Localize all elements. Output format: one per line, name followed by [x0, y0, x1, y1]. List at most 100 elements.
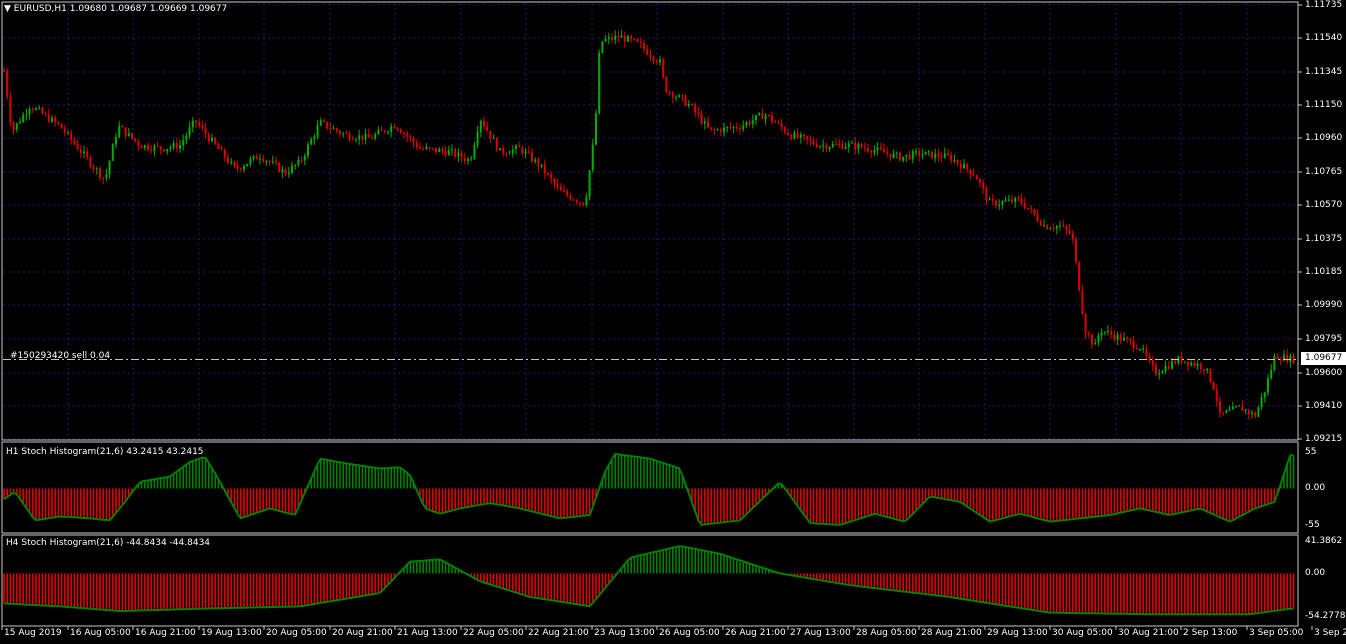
candle-body	[1263, 392, 1266, 398]
candle-body	[620, 35, 623, 38]
time-axis-label: 26 Aug 05:00	[659, 628, 720, 638]
candle-body	[809, 139, 812, 141]
candle-body	[281, 169, 284, 172]
candle-body	[1151, 360, 1154, 366]
candle-body	[297, 159, 300, 165]
candle-body	[982, 182, 985, 188]
candle-body	[415, 142, 418, 148]
price-scale-label: 1.10185	[1305, 267, 1343, 277]
candle-body	[313, 136, 316, 140]
candle-body	[723, 127, 725, 133]
candle-body	[51, 117, 53, 122]
candle-body	[86, 151, 89, 158]
candle-body	[937, 153, 940, 157]
candle-body	[991, 199, 994, 201]
candle-body	[89, 157, 92, 167]
candle-body	[604, 39, 607, 42]
candle-body	[828, 147, 831, 149]
candle-body	[931, 151, 933, 159]
candle-body	[707, 121, 709, 128]
candle-body	[857, 144, 860, 150]
price-scale-label: 1.10960	[1305, 133, 1343, 143]
candle-body	[41, 108, 44, 114]
candle-body	[575, 200, 578, 203]
candle-body	[188, 127, 191, 136]
candle-body	[140, 145, 143, 149]
candle-body	[998, 204, 1001, 206]
candle-body	[303, 155, 306, 161]
candle-body	[486, 126, 489, 131]
candle-body	[150, 149, 153, 151]
candle-body	[639, 41, 642, 44]
candle-body	[911, 151, 914, 160]
time-axis-label: 30 Aug 05:00	[1052, 628, 1113, 638]
candle-body	[1091, 334, 1093, 345]
candle-body	[956, 159, 959, 164]
candle-body	[419, 147, 421, 149]
candle-body	[694, 104, 697, 113]
candle-body	[265, 161, 268, 163]
candle-body	[806, 136, 809, 140]
candle-body	[1145, 348, 1148, 356]
candle-body	[745, 122, 748, 126]
candle-body	[969, 169, 972, 175]
candle-body	[534, 159, 537, 162]
candle-body	[457, 152, 460, 157]
candle-body	[185, 135, 188, 141]
candle-body	[467, 159, 469, 161]
candle-body	[35, 108, 37, 110]
candle-body	[1212, 382, 1215, 390]
price-scale-label: 1.10375	[1305, 234, 1343, 244]
candle-body	[492, 138, 495, 140]
candle-body	[6, 70, 9, 97]
candle-body	[1235, 406, 1237, 408]
candle-body	[143, 145, 146, 149]
candle-body	[995, 200, 997, 206]
candle-body	[358, 135, 361, 140]
candle-body	[454, 149, 457, 157]
candle-body	[895, 152, 898, 154]
candle-body	[607, 37, 610, 40]
candle-body	[291, 165, 293, 173]
candle-body	[451, 149, 453, 151]
candle-body	[758, 113, 761, 116]
candle-body	[553, 178, 556, 184]
candle-body	[31, 109, 34, 110]
candle-body	[137, 141, 140, 146]
candle-body	[1193, 362, 1196, 366]
candle-body	[1036, 214, 1039, 221]
candle-body	[643, 43, 645, 49]
candle-body	[975, 175, 978, 180]
candle-body	[531, 152, 533, 162]
candle-body	[1107, 331, 1109, 332]
candle-body	[1225, 410, 1228, 413]
candle-body	[470, 158, 473, 160]
candle-body	[924, 151, 927, 155]
candle-body	[559, 186, 562, 191]
candle-body	[355, 139, 357, 141]
candle-body	[841, 144, 844, 149]
candle-body	[275, 161, 277, 163]
candle-body	[502, 148, 505, 154]
order-label[interactable]: #150293420 sell 0.04	[10, 351, 110, 362]
candle-body	[201, 125, 204, 128]
candle-body	[543, 164, 546, 174]
candle-body	[569, 195, 572, 200]
candle-body	[518, 145, 521, 148]
candle-body	[95, 168, 98, 170]
menu-triangle-icon[interactable]: ▼	[4, 4, 11, 14]
candle-body	[803, 134, 805, 137]
candle-body	[294, 165, 297, 166]
candle-body	[1046, 225, 1049, 230]
candle-body	[630, 36, 633, 40]
candle-body	[364, 133, 367, 140]
candle-body	[812, 140, 815, 145]
candle-body	[966, 163, 969, 170]
candle-body	[1161, 371, 1164, 374]
candle-body	[742, 125, 745, 130]
candle-body	[972, 174, 975, 176]
candle-body	[771, 115, 773, 122]
candle-body	[246, 163, 249, 167]
candle-body	[927, 151, 930, 153]
candle-body	[393, 126, 396, 128]
